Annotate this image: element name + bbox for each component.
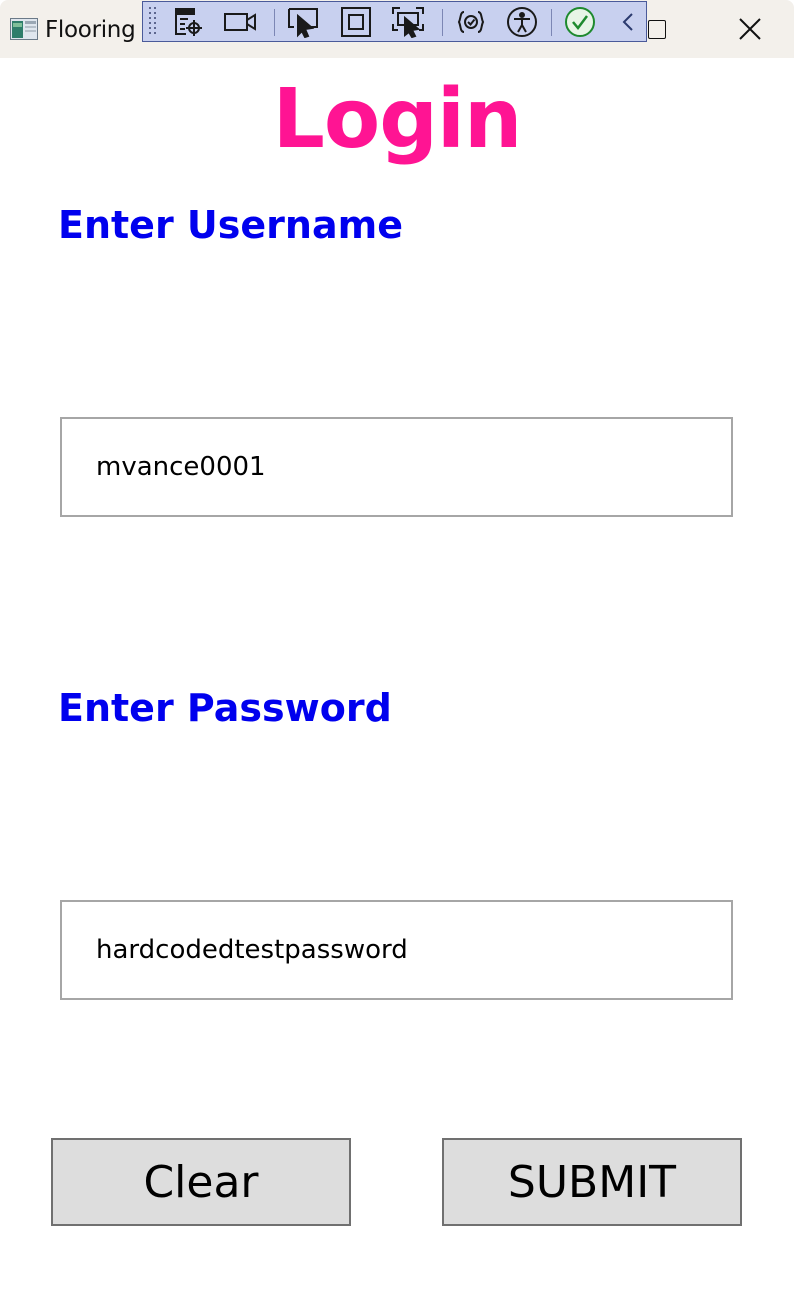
password-input[interactable]	[60, 900, 733, 1000]
maximize-icon[interactable]	[644, 18, 670, 44]
clear-button[interactable]: Clear	[51, 1138, 351, 1226]
username-label: Enter Username	[58, 203, 403, 247]
password-label: Enter Password	[58, 686, 392, 730]
submit-button[interactable]: SUBMIT	[442, 1138, 742, 1226]
debug-toolbar	[142, 1, 647, 42]
drag-grip-icon[interactable]	[147, 5, 159, 38]
select-element-icon[interactable]	[169, 4, 207, 40]
page-title: Login	[272, 72, 523, 167]
pointer-select-icon[interactable]	[284, 4, 322, 40]
collapse-chevron-icon[interactable]	[609, 4, 647, 40]
binding-failures-icon[interactable]	[452, 4, 490, 40]
close-icon[interactable]	[726, 8, 774, 50]
track-focus-icon[interactable]	[389, 4, 427, 40]
app-window-icon	[10, 18, 38, 40]
checkmark-icon[interactable]	[561, 4, 599, 40]
video-record-icon[interactable]	[221, 4, 259, 40]
display-layout-adorners-icon[interactable]	[337, 4, 375, 40]
username-input[interactable]	[60, 417, 733, 517]
accessibility-icon[interactable]	[503, 4, 541, 40]
